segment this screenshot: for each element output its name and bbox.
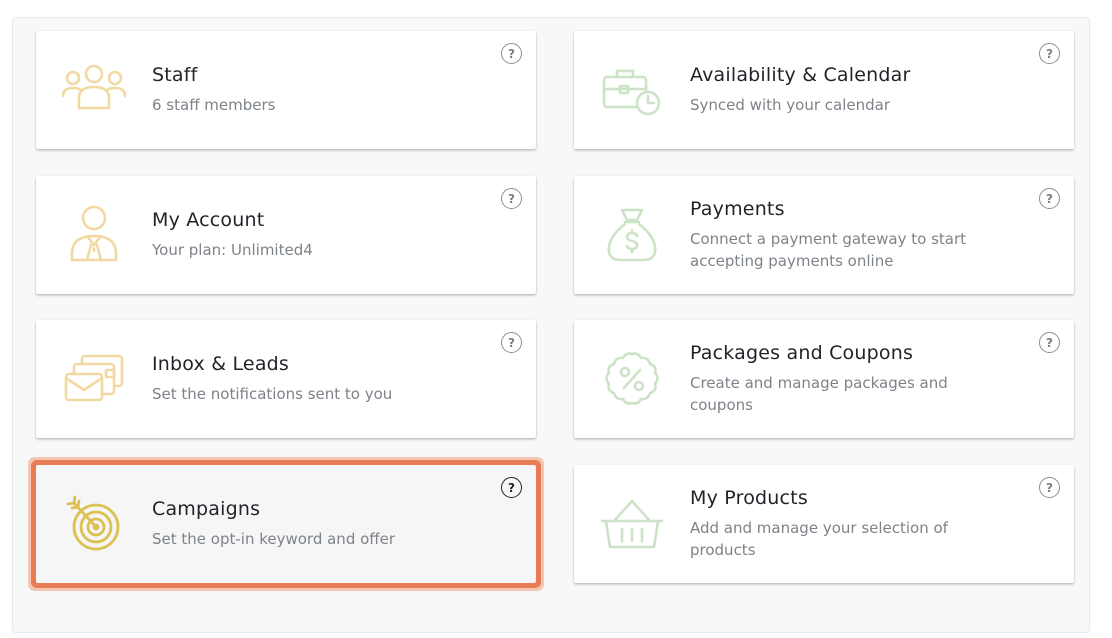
card-title: Packages and Coupons [690,342,914,364]
card-title: My Products [690,487,808,509]
card-description: Connect a payment gateway to start accep… [690,230,967,270]
help-icon[interactable]: ? [1039,477,1060,498]
card-description: Create and manage packages and coupons [690,374,948,414]
card-description: Set the notifications sent to you [152,385,393,403]
people-icon [62,59,126,121]
inbox-leads-card[interactable]: Inbox & Leads Set the notifications sent… [36,320,536,438]
help-icon[interactable]: ? [1039,188,1060,209]
help-icon[interactable]: ? [501,332,522,353]
help-icon[interactable]: ? [501,188,522,209]
help-icon[interactable]: ? [1039,332,1060,353]
briefcase-clock-icon [600,59,664,121]
packages-coupons-card[interactable]: Packages and Coupons Create and manage p… [574,320,1074,438]
basket-icon [600,493,664,555]
discount-badge-icon [600,348,664,410]
card-title: Availability & Calendar [690,64,911,86]
card-title: Inbox & Leads [152,353,290,375]
card-title: Campaigns [152,498,261,520]
help-icon[interactable]: ? [501,43,522,64]
my-products-card[interactable]: My Products Add and manage your selectio… [574,465,1074,583]
envelope-cards-icon [62,348,126,410]
help-icon[interactable]: ? [501,477,522,498]
card-title: Staff [152,64,198,86]
user-tie-icon [62,204,126,266]
campaigns-card[interactable]: Campaigns Set the opt-in keyword and off… [36,465,536,583]
target-icon [62,493,126,555]
card-title: Payments [690,198,785,220]
card-description: 6 staff members [152,96,276,114]
staff-card[interactable]: Staff 6 staff members ? [36,31,536,149]
card-description: Synced with your calendar [690,96,890,114]
payments-card[interactable]: Payments Connect a payment gateway to st… [574,176,1074,294]
card-title: My Account [152,209,265,231]
my-account-card[interactable]: My Account Your plan: Unlimited4 ? [36,176,536,294]
card-description: Add and manage your selection of product… [690,519,948,559]
card-description: Set the opt-in keyword and offer [152,530,396,548]
money-bag-icon [600,204,664,266]
availability-calendar-card[interactable]: Availability & Calendar Synced with your… [574,31,1074,149]
help-icon[interactable]: ? [1039,43,1060,64]
card-description: Your plan: Unlimited4 [152,241,313,259]
